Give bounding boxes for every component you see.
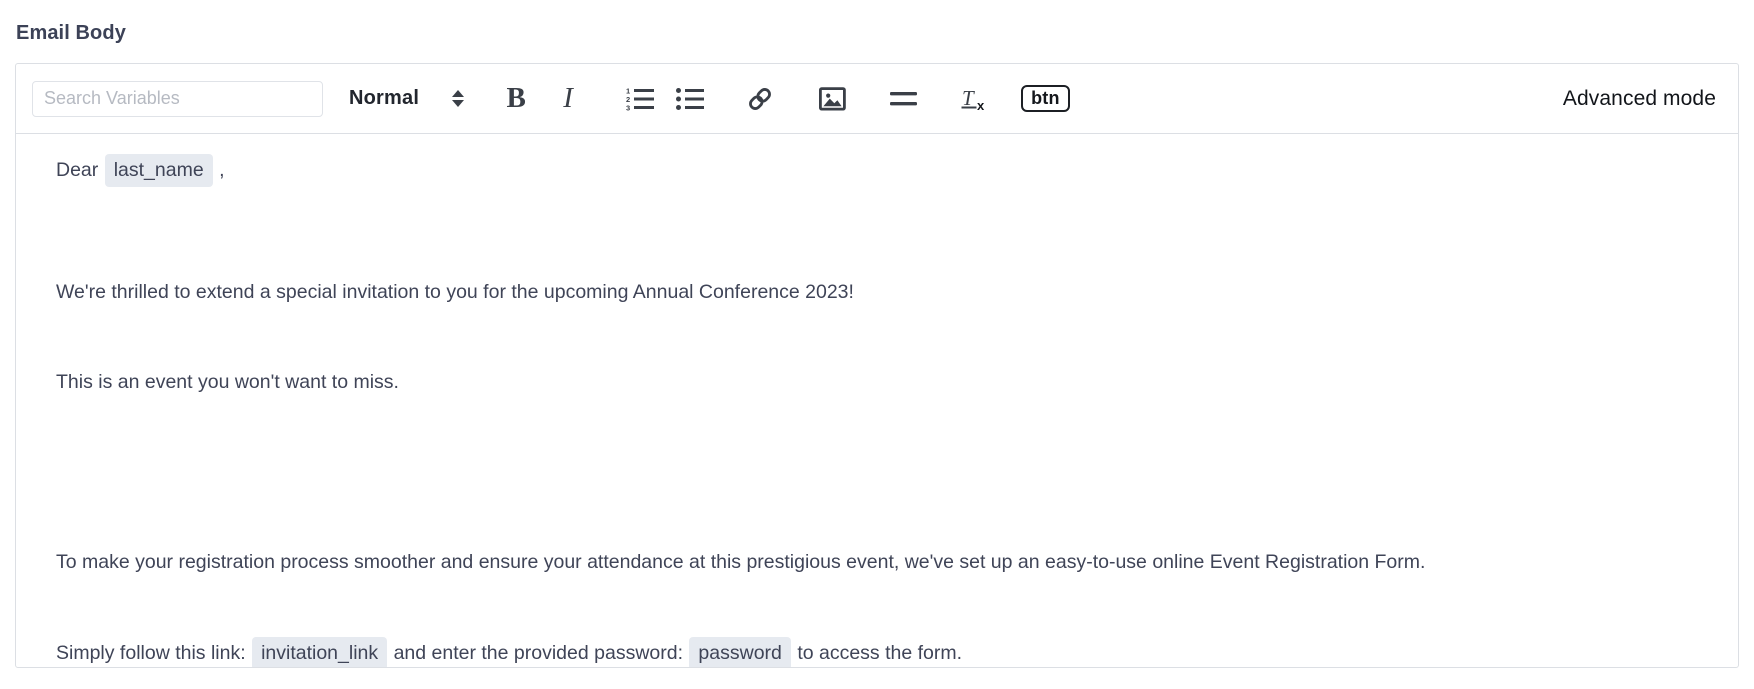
invitation-line-1: We're thrilled to extend a special invit… bbox=[56, 281, 854, 303]
button-block-button[interactable]: btn bbox=[1021, 84, 1070, 113]
search-variables-input[interactable] bbox=[32, 80, 323, 117]
variable-chip-password[interactable]: password bbox=[689, 637, 791, 667]
registration-line-1: To make your registration process smooth… bbox=[56, 551, 1426, 573]
greeting-suffix: , bbox=[219, 159, 225, 181]
clear-formatting-button[interactable]: T x bbox=[953, 78, 999, 120]
block-format-label: Normal bbox=[349, 87, 420, 109]
email-body-content[interactable]: Dear last_name , We're thrilled to exten… bbox=[16, 134, 1738, 667]
email-body-editor-page: Email Body Normal B I 1 2 bbox=[0, 0, 1754, 689]
bold-icon: B bbox=[506, 82, 526, 114]
image-icon bbox=[818, 86, 846, 110]
italic-icon: I bbox=[563, 82, 573, 114]
registration-paragraph: To make your registration process smooth… bbox=[56, 487, 1710, 667]
invitation-line-2: This is an event you won't want to miss. bbox=[56, 371, 399, 393]
italic-button[interactable]: I bbox=[545, 78, 591, 120]
bullet-list-icon bbox=[676, 87, 705, 110]
variable-chip-invitation-link[interactable]: invitation_link bbox=[252, 637, 388, 667]
registration-text-3: to access the form. bbox=[797, 642, 963, 664]
block-format-select[interactable]: Normal bbox=[349, 86, 467, 112]
editor-toolbar: Normal B I 1 2 3 bbox=[16, 64, 1738, 134]
align-button[interactable] bbox=[881, 78, 927, 120]
registration-text-1: Simply follow this link: bbox=[56, 642, 246, 664]
registration-line-2: Simply follow this link: invitation_link… bbox=[56, 637, 1710, 667]
bullet-list-button[interactable] bbox=[667, 78, 713, 120]
variable-chip-last-name[interactable]: last_name bbox=[104, 154, 213, 187]
svg-text:T: T bbox=[962, 86, 975, 110]
link-button[interactable] bbox=[737, 78, 783, 120]
page-title: Email Body bbox=[16, 22, 126, 44]
rich-text-editor: Normal B I 1 2 3 bbox=[15, 63, 1739, 668]
bold-button[interactable]: B bbox=[493, 78, 539, 120]
svg-text:3: 3 bbox=[626, 103, 630, 112]
updown-chevrons-icon[interactable] bbox=[449, 86, 467, 112]
greeting-prefix: Dear bbox=[56, 159, 99, 181]
align-icon bbox=[890, 91, 918, 105]
advanced-mode-toggle[interactable]: Advanced mode bbox=[1563, 87, 1720, 111]
svg-text:x: x bbox=[977, 98, 985, 113]
clear-formatting-icon: T x bbox=[961, 86, 985, 113]
invitation-paragraph: We're thrilled to extend a special invit… bbox=[56, 217, 1710, 457]
image-button[interactable] bbox=[809, 78, 855, 120]
ordered-list-button[interactable]: 1 2 3 bbox=[617, 78, 663, 120]
registration-text-2: and enter the provided password: bbox=[393, 642, 683, 664]
ordered-list-icon: 1 2 3 bbox=[626, 86, 655, 112]
greeting-paragraph: Dear last_name , bbox=[56, 154, 1710, 187]
link-icon bbox=[749, 87, 772, 110]
